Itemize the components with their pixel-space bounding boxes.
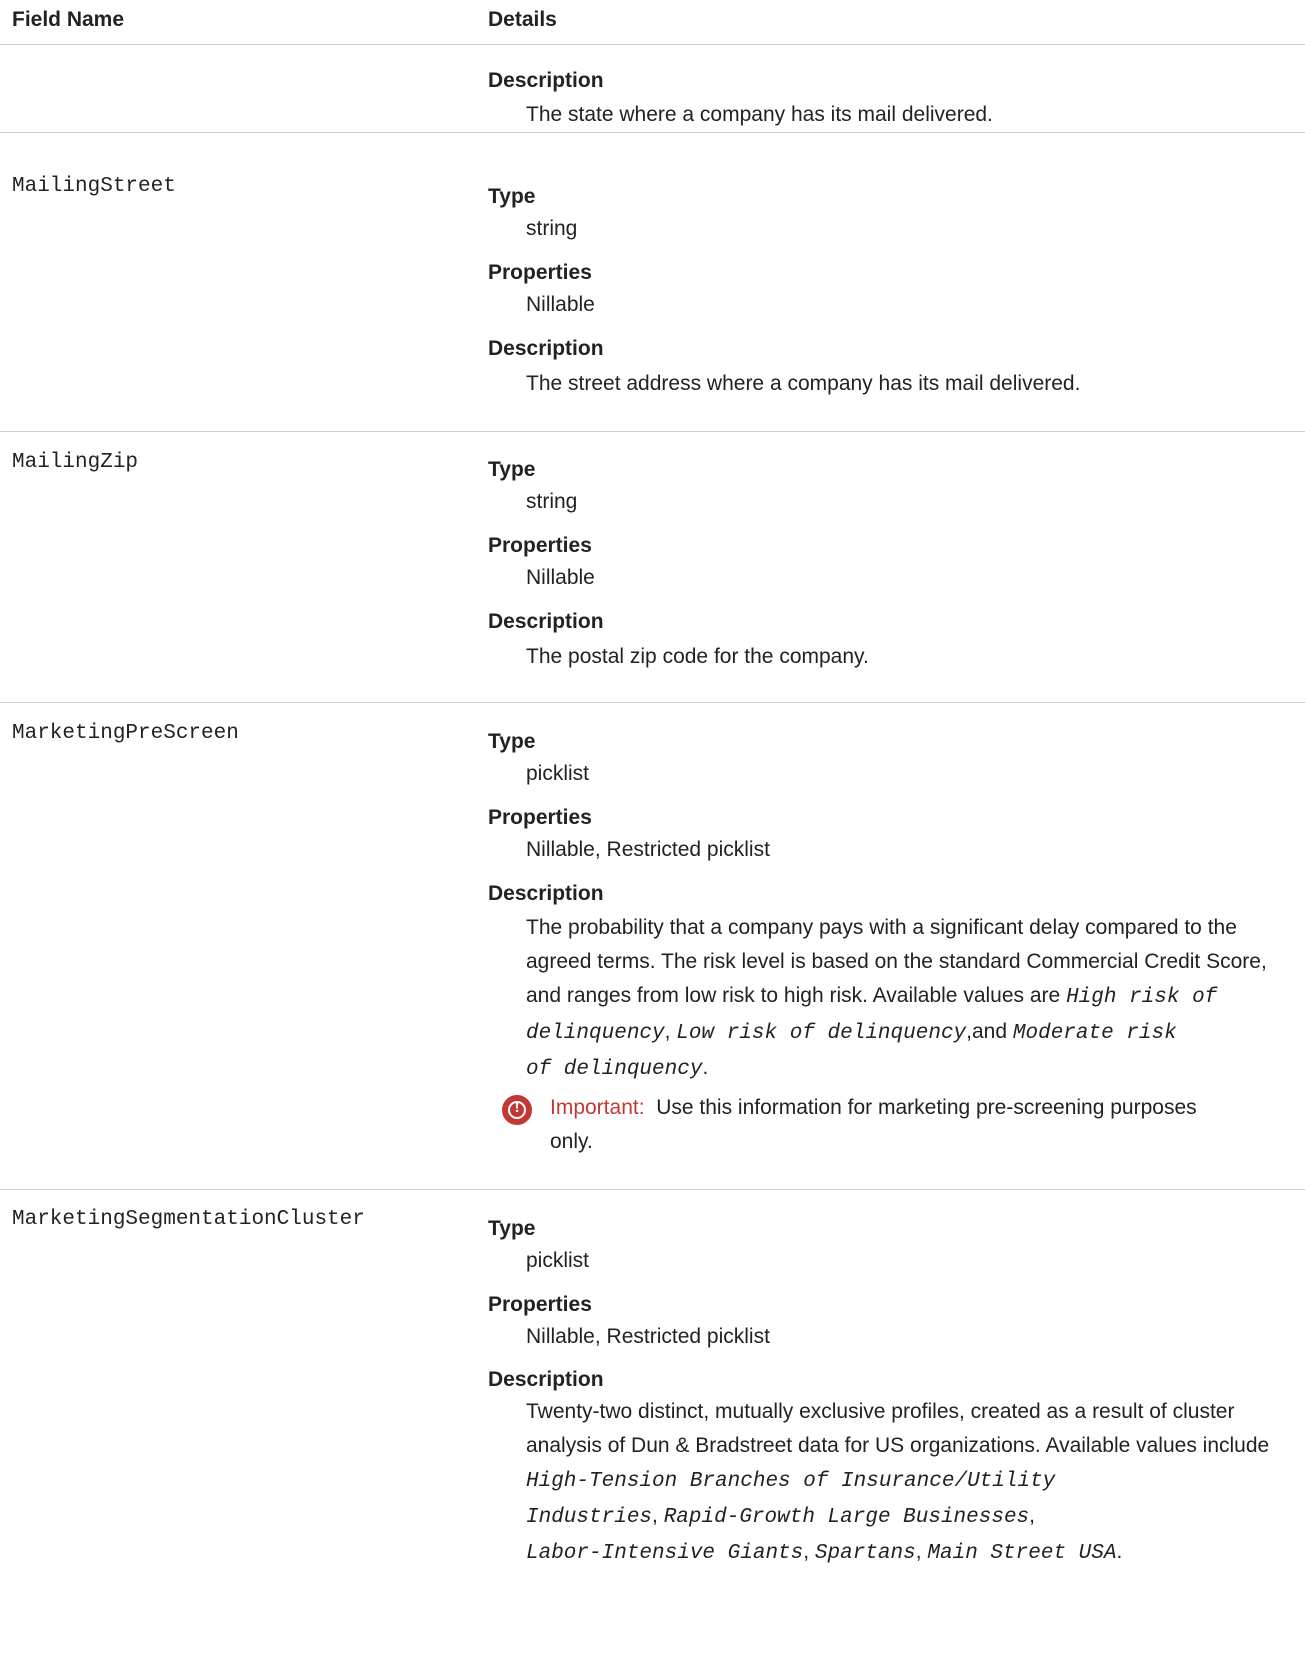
picklist-value: Main Street USA	[927, 1542, 1117, 1565]
description-value: The state where a company has its mail d…	[526, 103, 993, 126]
picklist-value: delinquency	[526, 1022, 665, 1045]
properties-label: Properties	[488, 806, 592, 829]
properties-value: Nillable, Restricted picklist	[526, 1325, 770, 1348]
properties-value: Nillable	[526, 293, 595, 316]
properties-label: Properties	[488, 534, 592, 557]
picklist-value: High-Tension Branches of Insurance/Utili…	[526, 1470, 1056, 1493]
and-text: and	[972, 1020, 1008, 1043]
table-header: Field Name Details	[0, 0, 1305, 45]
description-line: Industries, Rapid-Growth Large Businesse…	[526, 1504, 1036, 1529]
table-row: MarketingSegmentationCluster Type pickli…	[0, 1190, 1305, 1674]
picklist-value: of delinquency	[526, 1058, 703, 1081]
picklist-value: Moderate risk	[1012, 1022, 1177, 1045]
details-header: Details	[488, 8, 557, 31]
description-line: of delinquency.	[526, 1056, 709, 1081]
picklist-value: Labor-Intensive Giants	[526, 1542, 804, 1565]
field-name-header: Field Name	[12, 8, 125, 31]
picklist-value: High risk of	[1066, 986, 1218, 1009]
description-line: Labor-Intensive Giants, Spartans, Main S…	[526, 1540, 1123, 1565]
type-label: Type	[488, 1217, 536, 1240]
description-line: Twenty-two distinct, mutually exclusive …	[526, 1400, 1235, 1423]
description-line: analysis of Dun & Bradstreet data for US…	[526, 1434, 1270, 1457]
field-reference-table: Field Name Details Description The state…	[0, 0, 1305, 1674]
description-line: agreed terms. The risk level is based on…	[526, 950, 1267, 973]
field-name: MarketingSegmentationCluster	[12, 1208, 365, 1231]
properties-value: Nillable, Restricted picklist	[526, 838, 770, 861]
table-row: MarketingPreScreen Type picklist Propert…	[0, 703, 1305, 1190]
description-label: Description	[488, 69, 604, 92]
important-body-continued: only.	[550, 1130, 593, 1153]
type-value: picklist	[526, 762, 590, 785]
type-value: string	[526, 217, 578, 240]
description-label: Description	[488, 1368, 604, 1391]
important-text: Important: Use this information for mark…	[550, 1091, 1293, 1159]
description-line: High-Tension Branches of Insurance/Utili…	[526, 1463, 1293, 1499]
important-body: Use this information for marketing pre-s…	[656, 1096, 1197, 1119]
description-value: Twenty-two distinct, mutually exclusive …	[526, 1395, 1293, 1571]
description-line: delinquency, Low risk of delinquency,and…	[526, 1020, 1177, 1045]
type-label: Type	[488, 458, 536, 481]
field-name: MailingZip	[12, 451, 139, 474]
field-name: MailingStreet	[12, 175, 176, 198]
description-text: and ranges from low risk to high risk. A…	[526, 984, 1061, 1007]
properties-value: Nillable	[526, 566, 595, 589]
type-label: Type	[488, 730, 536, 753]
description-value: The postal zip code for the company.	[526, 645, 869, 668]
properties-label: Properties	[488, 1293, 592, 1316]
table-row: MailingStreet Type string Properties Nil…	[0, 133, 1305, 432]
exclamation-circle-icon: !	[502, 1095, 532, 1125]
description-label: Description	[488, 882, 604, 905]
properties-label: Properties	[488, 261, 592, 284]
type-value: string	[526, 490, 578, 513]
description-line: and ranges from low risk to high risk. A…	[526, 979, 1293, 1015]
important-note: ! Important: Use this information for ma…	[502, 1091, 1293, 1161]
description-label: Description	[488, 337, 604, 360]
picklist-value: Spartans	[814, 1542, 916, 1565]
picklist-value: Low risk of delinquency	[676, 1022, 967, 1045]
description-line: The probability that a company pays with…	[526, 916, 1237, 939]
description-value: The street address where a company has i…	[526, 372, 1081, 395]
table-row: MailingZip Type string Properties Nillab…	[0, 432, 1305, 703]
picklist-value: Rapid-Growth Large Businesses	[663, 1506, 1030, 1529]
picklist-value: Industries	[526, 1506, 653, 1529]
field-name: MarketingPreScreen	[12, 722, 239, 745]
type-label: Type	[488, 185, 536, 208]
description-value: The probability that a company pays with…	[526, 911, 1293, 1087]
description-label: Description	[488, 610, 604, 633]
table-row: Description The state where a company ha…	[0, 45, 1305, 133]
type-value: picklist	[526, 1249, 590, 1272]
important-label: Important:	[550, 1096, 645, 1119]
